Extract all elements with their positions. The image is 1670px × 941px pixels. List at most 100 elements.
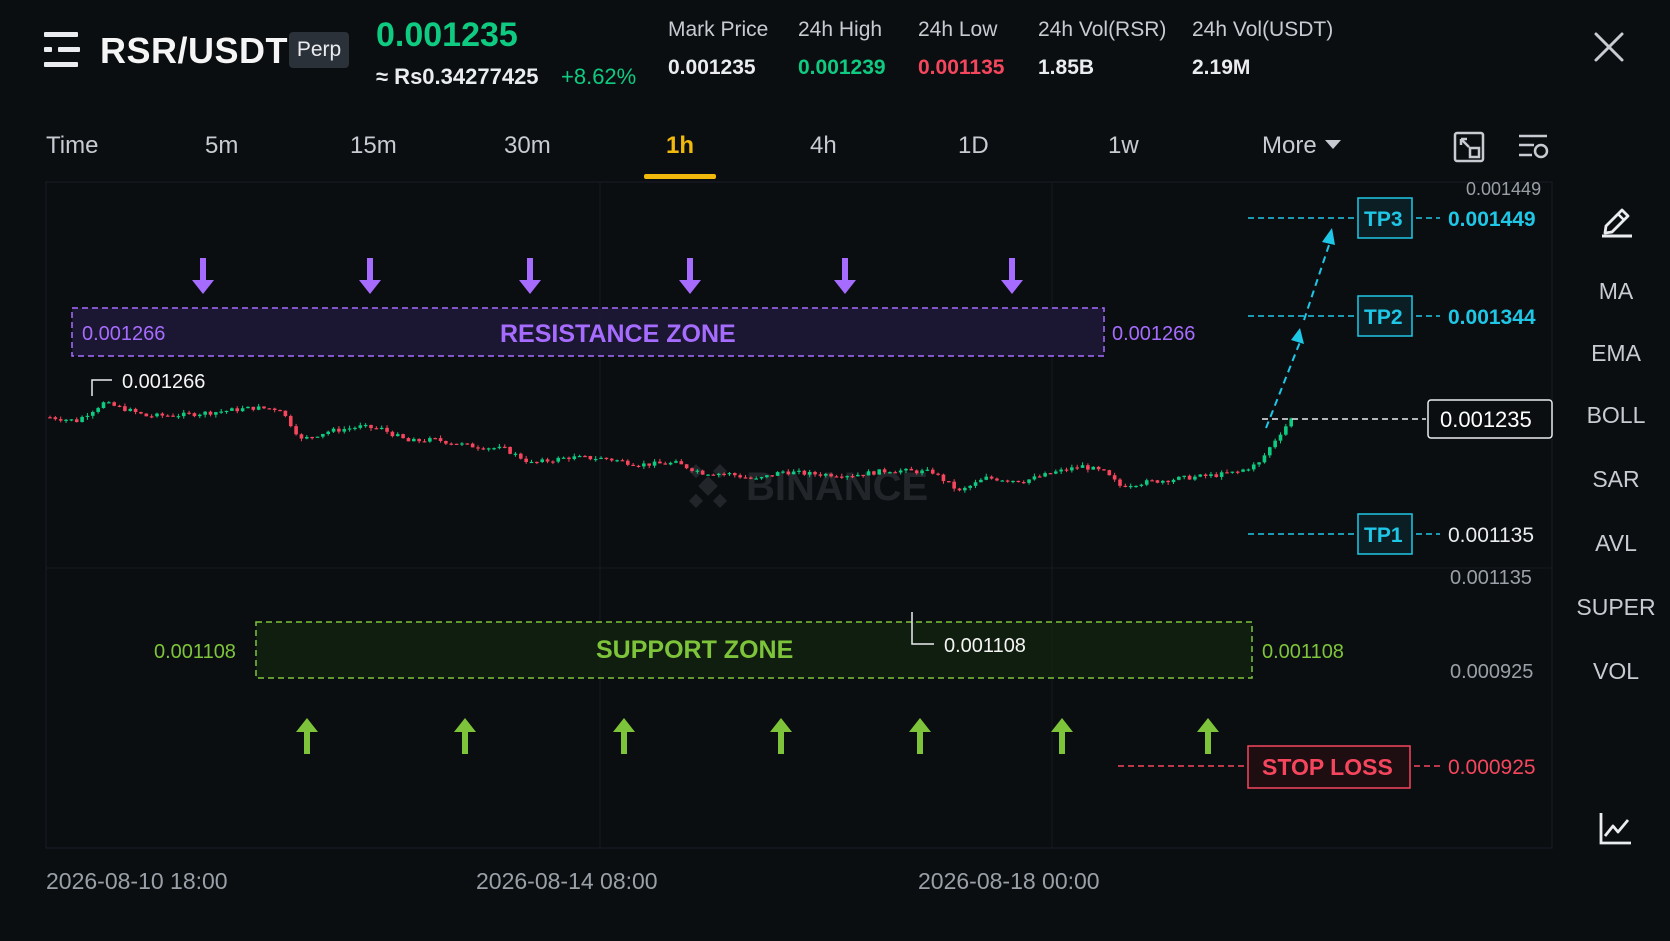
candle-body — [123, 406, 127, 411]
candle-body — [379, 427, 384, 430]
candle-body — [1139, 484, 1144, 486]
candle-body — [1064, 469, 1069, 471]
indicator-super[interactable]: SUPER — [1562, 594, 1670, 621]
tab-1d[interactable]: 1D — [958, 132, 989, 160]
time-axis-label: 2026-08-10 18:00 — [46, 868, 228, 894]
candle-body — [845, 476, 849, 478]
candle-body — [1278, 434, 1283, 441]
candle-body — [1150, 480, 1154, 482]
candle-body — [347, 428, 352, 430]
candle-body — [181, 412, 186, 417]
draw-pen-icon[interactable] — [1598, 200, 1636, 238]
tab-time[interactable]: Time — [46, 132, 98, 160]
candle-body — [390, 431, 395, 437]
tab-5m[interactable]: 5m — [205, 132, 238, 160]
candle-body — [700, 470, 705, 475]
y-tick-label: 0.001449 — [1466, 179, 1541, 199]
candle-body — [888, 472, 892, 474]
candle-body — [733, 473, 737, 476]
tab-15m[interactable]: 15m — [350, 132, 397, 160]
candle-body — [240, 408, 245, 412]
candle-body — [588, 456, 593, 460]
candle-body — [1214, 474, 1219, 477]
indicator-ema[interactable]: EMA — [1562, 340, 1670, 367]
candle-body — [561, 457, 566, 459]
candle-body — [1284, 426, 1288, 435]
candle-body — [973, 482, 978, 486]
candle-body — [1070, 467, 1074, 471]
tab-1h[interactable]: 1h — [666, 132, 694, 160]
candle-body — [861, 474, 865, 477]
tab-1w[interactable]: 1w — [1108, 132, 1139, 160]
candle-body — [353, 427, 357, 430]
candle-body — [695, 470, 700, 472]
close-icon[interactable] — [1592, 30, 1626, 64]
candle-body — [165, 415, 170, 417]
stat-value: 0.001135 — [918, 56, 1005, 79]
inr-value: ≈ Rs0.34277425 — [376, 64, 539, 89]
arrow-up-icon — [454, 718, 476, 754]
price-chart[interactable]: BINANCE RESISTANCE ZONE 0.001266 0.00126… — [0, 178, 1560, 858]
tab-more[interactable]: More — [1262, 132, 1341, 160]
candle-body — [224, 410, 229, 413]
stat-label: 24h Vol(RSR) — [1038, 18, 1167, 41]
candle-body — [203, 411, 207, 415]
candle-body — [791, 471, 796, 475]
candle-body — [465, 443, 470, 445]
candle-body — [1182, 475, 1186, 477]
support-zone: SUPPORT ZONE 0.001108 0.001108 — [154, 621, 1344, 679]
candle-body — [813, 471, 817, 475]
candle-body — [444, 441, 448, 444]
candle-body — [840, 476, 844, 478]
fullscreen-icon[interactable] — [1452, 130, 1486, 164]
arrow-up-icon — [613, 718, 635, 754]
candle-body — [893, 472, 898, 474]
indicator-sar[interactable]: SAR — [1562, 466, 1670, 493]
candle-body — [754, 478, 758, 480]
candle-body — [144, 413, 149, 417]
candle-body — [198, 414, 202, 417]
candle-body — [1048, 473, 1053, 475]
candle-body — [315, 436, 320, 438]
chart-canvas[interactable]: BINANCE RESISTANCE ZONE 0.001266 0.00126… — [0, 178, 1560, 858]
candle-body — [1118, 479, 1122, 486]
candle-body — [74, 419, 79, 423]
candle-body — [1043, 473, 1047, 477]
candle-body — [48, 417, 52, 419]
low-price-label: 0.001108 — [944, 635, 1026, 657]
indicator-boll[interactable]: BOLL — [1562, 402, 1670, 429]
line-chart-icon[interactable] — [1598, 810, 1634, 846]
candle-body — [192, 413, 197, 417]
candle-body — [540, 459, 544, 463]
candle-body — [524, 458, 528, 463]
candle-body — [636, 465, 641, 467]
candle-body — [877, 469, 882, 475]
binance-logo-watermark: BINANCE — [688, 464, 928, 509]
candle-body — [716, 473, 721, 476]
stat-label: 24h High — [798, 18, 883, 41]
candle-body — [850, 476, 855, 478]
candle-body — [663, 463, 668, 465]
candle-body — [1021, 482, 1026, 484]
pair-name[interactable]: RSR/USDT — [100, 30, 288, 72]
indicator-vol[interactable]: VOL — [1562, 658, 1670, 685]
tab-4h[interactable]: 4h — [810, 132, 837, 160]
peak-callout: 0.001266 — [91, 371, 205, 396]
candle-body — [609, 458, 614, 461]
candle-body — [1251, 464, 1256, 470]
time-axis-label: 2026-08-14 08:00 — [476, 868, 658, 894]
stat-24h-vol-rsr: 24h Vol(RSR) 1.85B — [1038, 18, 1166, 80]
candle-body — [374, 428, 379, 430]
menu-icon[interactable] — [44, 32, 82, 68]
candle-body — [722, 473, 726, 476]
candle-body — [823, 473, 828, 476]
y-tick-label: 0.001135 — [1450, 567, 1532, 589]
candle-body — [882, 469, 887, 473]
candle-body — [369, 424, 373, 429]
tab-30m[interactable]: 30m — [504, 132, 551, 160]
candle-body — [508, 446, 512, 454]
chart-settings-icon[interactable] — [1516, 130, 1550, 164]
indicator-ma[interactable]: MA — [1562, 278, 1670, 305]
indicator-avl[interactable]: AVL — [1562, 530, 1670, 557]
candle-body — [321, 433, 325, 437]
